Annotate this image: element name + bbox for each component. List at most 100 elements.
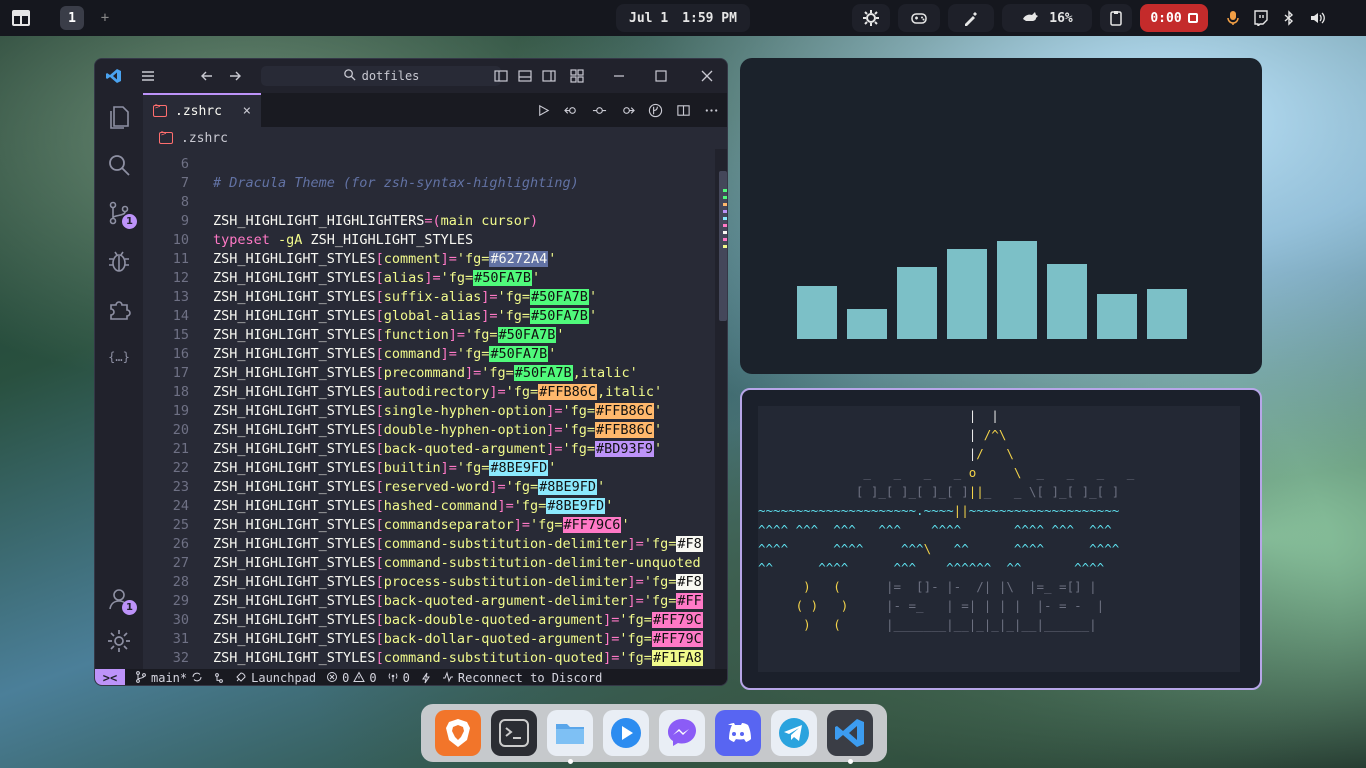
close-icon[interactable] xyxy=(699,68,715,84)
line-text: ZSH_HIGHLIGHT_STYLES[hashed-command]='fg… xyxy=(213,497,613,516)
code-line[interactable]: 32 ZSH_HIGHLIGHT_STYLES[command-substitut… xyxy=(143,649,727,668)
breadcrumb[interactable]: .zshrc xyxy=(143,127,727,149)
line-number: 11 xyxy=(172,251,189,267)
gamepad-icon[interactable] xyxy=(898,4,940,32)
gitlens-icon[interactable] xyxy=(647,102,663,118)
clock[interactable]: Jul 1 1:59 PM xyxy=(616,4,750,32)
split-editor-icon[interactable] xyxy=(675,102,691,118)
code-line[interactable]: 24 ZSH_HIGHLIGHT_STYLES[hashed-command]='… xyxy=(143,497,727,516)
code-line[interactable]: 12 ZSH_HIGHLIGHT_STYLES[alias]='fg=#50FA7… xyxy=(143,269,727,288)
ports-status[interactable]: 0 xyxy=(387,671,410,685)
color-picker-icon[interactable] xyxy=(948,4,994,32)
settings-icon[interactable] xyxy=(852,4,890,32)
account-icon[interactable]: 1 xyxy=(105,585,137,615)
app-launcher-icon[interactable] xyxy=(10,7,34,29)
toggle-panel-icon[interactable] xyxy=(517,68,533,84)
code-line[interactable]: 20 ZSH_HIGHLIGHT_STYLES[double-hyphen-opt… xyxy=(143,421,727,440)
twitch-icon[interactable] xyxy=(1252,9,1270,27)
add-workspace-button[interactable]: + xyxy=(96,8,114,28)
code-line[interactable]: 21 ZSH_HIGHLIGHT_STYLES[back-quoted-argum… xyxy=(143,440,727,459)
volume-icon[interactable] xyxy=(1308,9,1326,27)
code-line[interactable]: 30 ZSH_HIGHLIGHT_STYLES[back-double-quote… xyxy=(143,611,727,630)
code-line[interactable]: 25 ZSH_HIGHLIGHT_STYLES[commandseparator]… xyxy=(143,516,727,535)
dock-messenger-icon[interactable] xyxy=(659,710,705,756)
account-badge: 1 xyxy=(122,600,137,615)
dock-brave-icon[interactable] xyxy=(435,710,481,756)
code-line[interactable]: 29 ZSH_HIGHLIGHT_STYLES[back-quoted-argum… xyxy=(143,592,727,611)
microphone-icon[interactable] xyxy=(1224,9,1242,27)
toggle-primary-sidebar-icon[interactable] xyxy=(493,68,509,84)
gear-icon[interactable] xyxy=(105,627,133,655)
debug-icon[interactable] xyxy=(105,247,133,275)
code-line[interactable]: 19 ZSH_HIGHLIGHT_STYLES[single-hyphen-opt… xyxy=(143,402,727,421)
code-line[interactable]: 14 ZSH_HIGHLIGHT_STYLES[global-alias]='fg… xyxy=(143,307,727,326)
code-line[interactable]: 13 ZSH_HIGHLIGHT_STYLES[suffix-alias]='fg… xyxy=(143,288,727,307)
run-icon[interactable] xyxy=(535,102,551,118)
code-line[interactable]: 26 ZSH_HIGHLIGHT_STYLES[command-substitut… xyxy=(143,535,727,554)
code-line[interactable]: 28 ZSH_HIGHLIGHT_STYLES[process-substitut… xyxy=(143,573,727,592)
more-actions-icon[interactable] xyxy=(703,102,719,118)
source-control-icon[interactable]: 1 xyxy=(105,199,137,229)
json-icon[interactable]: {…} xyxy=(105,343,133,371)
toggle-secondary-sidebar-icon[interactable] xyxy=(541,68,557,84)
code-line[interactable]: 6 xyxy=(143,155,727,174)
launchpad-status[interactable]: Launchpad xyxy=(235,671,316,685)
code-line[interactable]: 22 ZSH_HIGHLIGHT_STYLES[builtin]='fg=#8BE… xyxy=(143,459,727,478)
explorer-icon[interactable] xyxy=(105,103,133,131)
customize-layout-icon[interactable] xyxy=(569,68,585,84)
code-line[interactable]: 27 ZSH_HIGHLIGHT_STYLES[command-substitut… xyxy=(143,554,727,573)
go-forward-commit-icon[interactable] xyxy=(619,102,635,118)
command-center-search[interactable]: dotfiles xyxy=(261,66,501,86)
line-text: ZSH_HIGHLIGHT_STYLES[single-hyphen-optio… xyxy=(213,402,662,421)
code-token: ]= xyxy=(627,536,644,552)
code-line[interactable]: 23 ZSH_HIGHLIGHT_STYLES[reserved-word]='f… xyxy=(143,478,727,497)
dock-media-player-icon[interactable] xyxy=(603,710,649,756)
ascii-art-line: ) ( |= []- |- /| |\ |=_ =[] | xyxy=(758,577,1240,596)
discord-status[interactable]: Reconnect to Discord xyxy=(442,670,602,685)
maximize-icon[interactable] xyxy=(653,68,669,84)
battery-status[interactable]: 16% xyxy=(1002,4,1092,32)
code-line[interactable]: 18 ZSH_HIGHLIGHT_STYLES[autodirectory]='f… xyxy=(143,383,727,402)
minimize-icon[interactable] xyxy=(611,68,627,84)
code-line[interactable]: 9 ZSH_HIGHLIGHT_HIGHLIGHTERS=(main cursor… xyxy=(143,212,727,231)
code-token: 'fg= xyxy=(465,327,498,343)
dock-vscode-icon[interactable] xyxy=(827,710,873,764)
dock-telegram-icon[interactable] xyxy=(771,710,817,756)
code-token: back-double-quoted-argument xyxy=(383,612,604,628)
bluetooth-icon[interactable] xyxy=(1280,9,1298,27)
search-icon[interactable] xyxy=(105,151,133,179)
branch-status[interactable]: main* xyxy=(135,670,203,685)
gitlens-status-icon[interactable] xyxy=(213,672,225,684)
code-line[interactable]: 15 ZSH_HIGHLIGHT_STYLES[function]='fg=#50… xyxy=(143,326,727,345)
code-line[interactable]: 7 # Dracula Theme (for zsh-syntax-highlig… xyxy=(143,174,727,193)
problems-status[interactable]: 0 0 xyxy=(326,670,377,685)
code-line[interactable]: 11 ZSH_HIGHLIGHT_STYLES[comment]='fg=#627… xyxy=(143,250,727,269)
code-editor[interactable]: 6 7 # Dracula Theme (for zsh-syntax-highli… xyxy=(143,149,727,669)
back-icon[interactable] xyxy=(199,68,215,84)
line-number: 23 xyxy=(172,479,189,495)
menu-icon[interactable] xyxy=(139,68,157,84)
git-commit-icon[interactable] xyxy=(591,102,607,118)
screen-recording-indicator[interactable]: 0:00 xyxy=(1140,4,1208,32)
code-line[interactable]: 8 xyxy=(143,193,727,212)
code-line[interactable]: 10 typeset -gA ZSH_HIGHLIGHT_STYLES xyxy=(143,231,727,250)
dock-files-icon[interactable] xyxy=(547,710,593,764)
code-line[interactable]: 17 ZSH_HIGHLIGHT_STYLES[precommand]='fg=#… xyxy=(143,364,727,383)
go-back-commit-icon[interactable] xyxy=(563,102,579,118)
dock-terminal-icon[interactable] xyxy=(491,710,537,756)
remote-indicator[interactable]: >< xyxy=(95,669,125,685)
code-line[interactable]: 16 ZSH_HIGHLIGHT_STYLES[command]='fg=#50F… xyxy=(143,345,727,364)
tab-close-icon[interactable]: × xyxy=(243,103,251,119)
extensions-icon[interactable] xyxy=(105,295,133,323)
workspace-1-button[interactable]: 1 xyxy=(60,6,84,30)
editor-scrollbar[interactable] xyxy=(715,149,727,669)
clipboard-icon[interactable] xyxy=(1100,4,1132,32)
forward-icon[interactable] xyxy=(227,68,243,84)
dock-discord-icon[interactable] xyxy=(715,710,761,756)
terminal-window[interactable]: | | | /^\ |/ \ _ _ _ _ o \ _ _ _ _ [ ]_[… xyxy=(740,388,1262,690)
code-line[interactable]: 31 ZSH_HIGHLIGHT_STYLES[back-dollar-quote… xyxy=(143,630,727,649)
tab-zshrc[interactable]: .zshrc × xyxy=(143,93,261,127)
lightning-icon[interactable] xyxy=(420,672,432,684)
code-token: 'fg= xyxy=(456,346,490,362)
code-token: precommand xyxy=(383,365,465,381)
